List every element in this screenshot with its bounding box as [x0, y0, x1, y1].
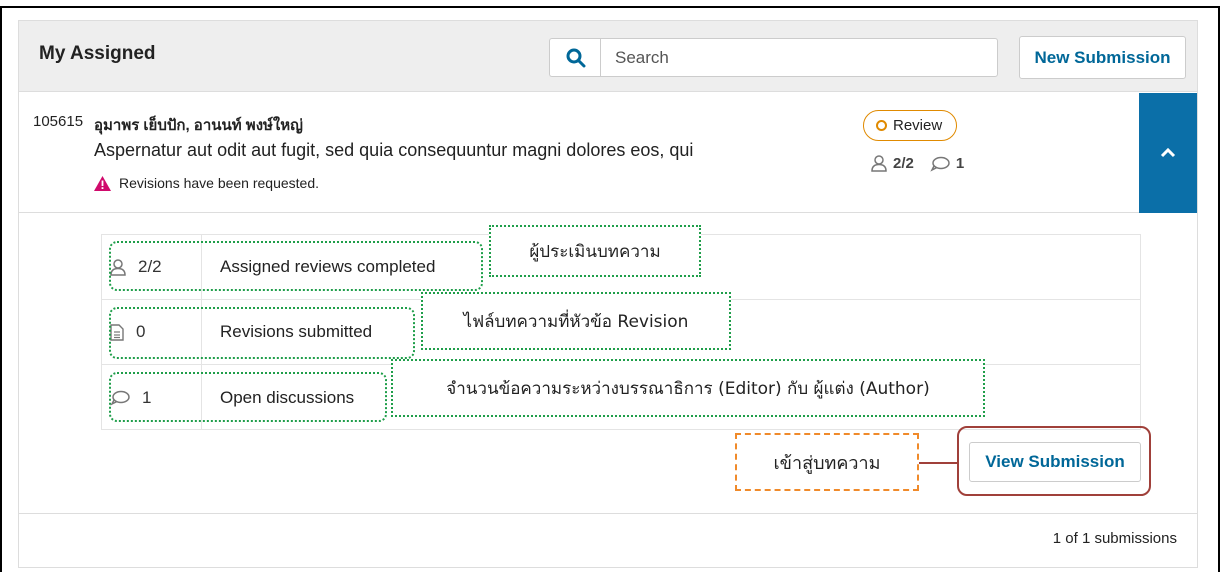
user-icon — [871, 155, 887, 172]
annotation-revision-files: ไฟล์บทความที่หัวข้อ Revision — [421, 292, 731, 350]
submission-counts: 2/2 1 — [871, 155, 964, 172]
submission-id: 105615 — [33, 113, 84, 130]
submissions-count: 1 of 1 submissions — [1052, 530, 1177, 547]
submission-title: Aspernatur aut odit aut fugit, sed quia … — [94, 140, 694, 160]
highlight-reviews — [109, 241, 483, 291]
panel-header: My Assigned New Submission — [19, 21, 1197, 92]
submission-alert: Revisions have been requested. — [94, 175, 319, 191]
annotation-enter-article: เข้าสู่บทความ — [735, 433, 919, 491]
search-icon — [566, 48, 585, 67]
search-input[interactable] — [600, 38, 998, 77]
submissions-panel: My Assigned New Submission 105615 อุมาพร… — [18, 20, 1198, 568]
warning-icon — [94, 175, 111, 191]
view-submission-button[interactable]: View Submission — [969, 442, 1141, 482]
new-submission-button[interactable]: New Submission — [1019, 36, 1186, 79]
panel-title: My Assigned — [39, 43, 156, 64]
stage-badge: Review — [863, 110, 958, 141]
search-button[interactable] — [549, 38, 601, 77]
connector-line — [919, 462, 957, 464]
highlight-revisions — [109, 307, 415, 359]
reviews-count: 2/2 — [893, 155, 914, 172]
submission-row[interactable]: 105615 อุมาพร เย็บปัก, อานนท์ พงษ์ใหญ่ A… — [19, 93, 1197, 213]
alert-text: Revisions have been requested. — [119, 175, 320, 191]
submission-details: 2/2 Assigned reviews completed 0 Revisio… — [19, 214, 1197, 514]
stage-label: Review — [893, 117, 943, 134]
annotation-reviewers: ผู้ประเมินบทความ — [489, 225, 701, 277]
submission-authors: อุมาพร เย็บปัก, อานนท์ พงษ์ใหญ่ — [94, 117, 303, 134]
stage-dot-icon — [876, 120, 887, 131]
annotation-discussions: จำนวนข้อความระหว่างบรรณาธิการ (Editor) ก… — [391, 359, 985, 417]
discussions-count: 1 — [955, 155, 965, 172]
highlight-discussions — [109, 372, 387, 422]
collapse-button[interactable] — [1139, 93, 1197, 213]
comment-icon — [930, 156, 950, 172]
chevron-up-icon — [1160, 148, 1176, 158]
